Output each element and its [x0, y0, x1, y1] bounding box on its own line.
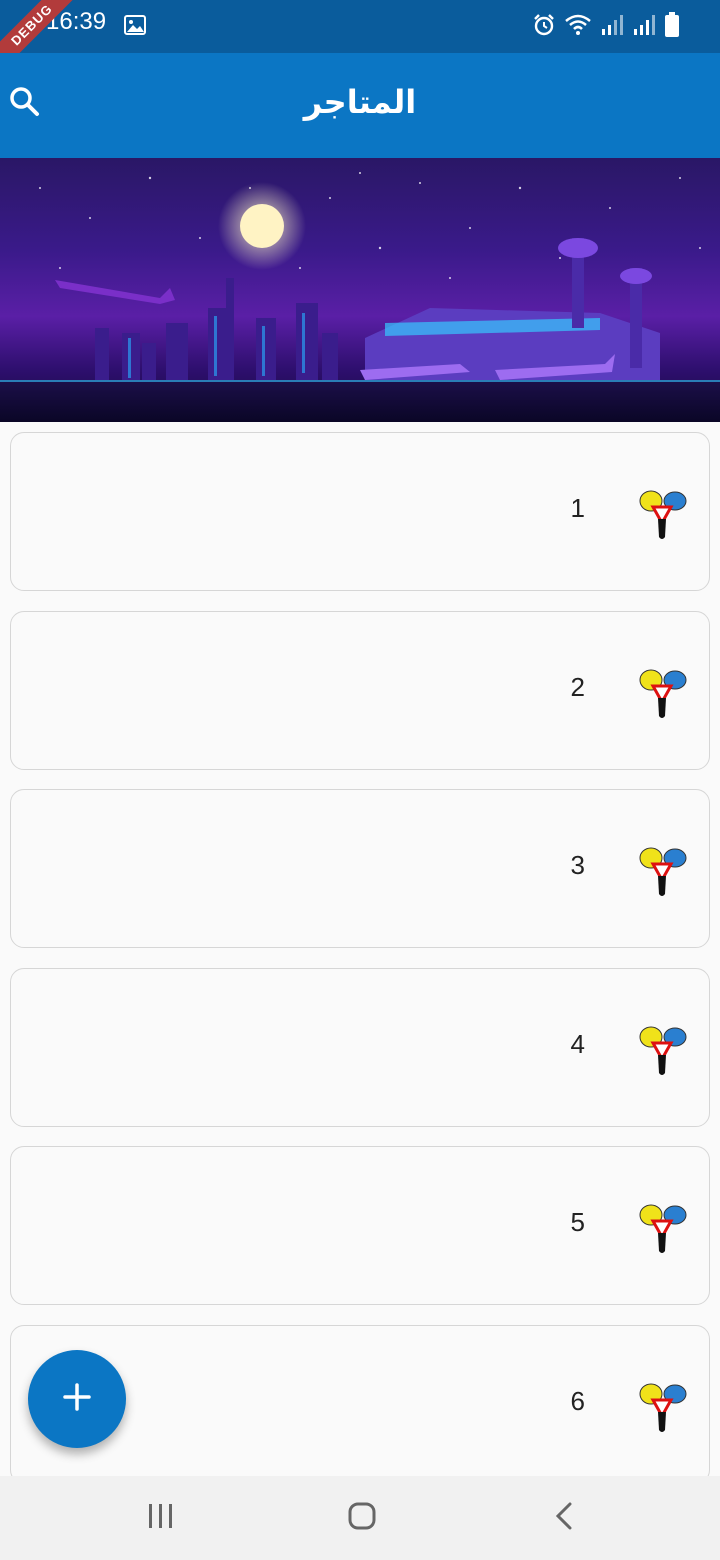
alarm-icon [532, 13, 556, 41]
store-name: 4 [570, 1029, 585, 1059]
store-logo-icon [635, 1199, 691, 1255]
store-name: 6 [570, 1386, 585, 1416]
banner-image [0, 158, 720, 422]
store-card[interactable]: 4 [10, 968, 710, 1127]
wifi-icon [564, 13, 592, 41]
image-icon [124, 14, 146, 40]
store-card[interactable]: 3 [10, 789, 710, 948]
store-name: 3 [570, 850, 585, 880]
recent-apps-button[interactable] [131, 1496, 191, 1540]
store-logo-icon [635, 664, 691, 720]
store-logo-icon [635, 1378, 691, 1434]
signal-icon [632, 13, 656, 41]
battery-icon [664, 12, 680, 42]
status-bar: 16:39 [0, 0, 720, 53]
store-card[interactable]: 5 [10, 1146, 710, 1305]
home-button[interactable] [332, 1496, 392, 1540]
system-nav-bar [0, 1476, 720, 1560]
app-bar: المتاجر [0, 53, 720, 158]
back-button[interactable] [534, 1496, 594, 1540]
store-name: 2 [570, 672, 585, 702]
store-card[interactable]: 2 [10, 611, 710, 770]
plus-icon [63, 1383, 91, 1415]
store-logo-icon [635, 1021, 691, 1077]
home-icon [347, 1501, 377, 1535]
store-name: 5 [570, 1207, 585, 1237]
recent-apps-icon [146, 1502, 176, 1534]
store-list: 1 2 3 4 5 6 [0, 422, 720, 1476]
page-title: المتاجر [303, 83, 417, 121]
store-logo-icon [635, 842, 691, 898]
add-store-button[interactable] [28, 1350, 126, 1448]
store-name: 1 [570, 493, 585, 523]
status-icons [532, 12, 680, 42]
store-logo-icon [635, 485, 691, 541]
store-card[interactable]: 1 [10, 432, 710, 591]
signal-icon [600, 13, 624, 41]
back-icon [554, 1501, 574, 1535]
